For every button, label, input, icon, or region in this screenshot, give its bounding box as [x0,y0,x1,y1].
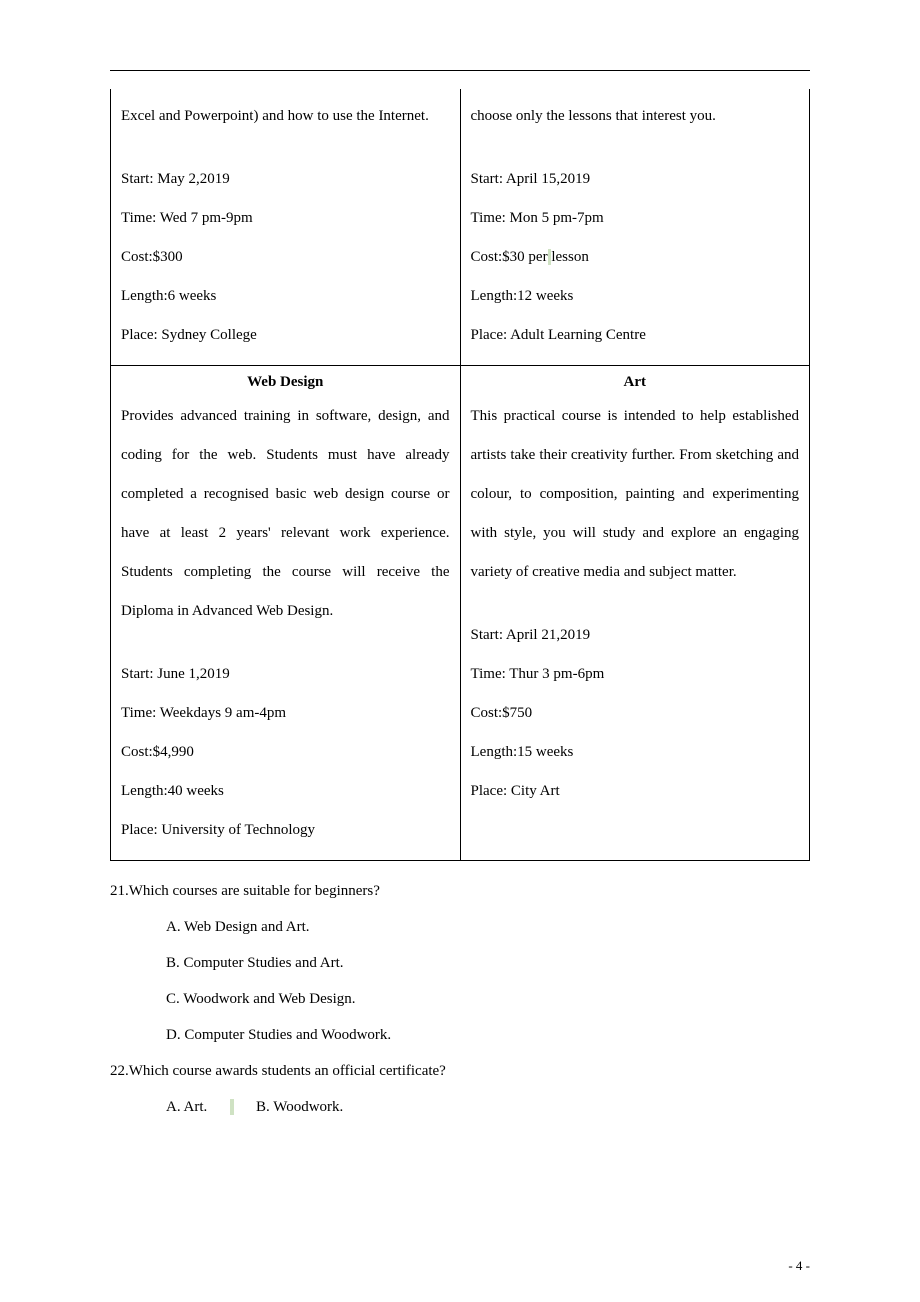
course-details: Start: April 21,2019 Time: Thur 3 pm-6pm… [471,616,800,811]
page-number: - 4 - [788,1258,810,1274]
q22-option-a: A. Art. [166,1099,207,1115]
table-row: Web Design Provides advanced training in… [111,366,810,861]
cell-web-design: Web Design Provides advanced training in… [111,366,461,861]
course-details: Start: April 15,2019 Time: Mon 5 pm-7pm … [471,160,800,355]
table-row: Excel and Powerpoint) and how to use the… [111,89,810,366]
questions-block: 21.Which courses are suitable for beginn… [110,873,810,1125]
course-table: Excel and Powerpoint) and how to use the… [110,89,810,861]
q21-stem: 21.Which courses are suitable for beginn… [110,873,810,909]
cell-art: Art This practical course is intended to… [460,366,810,861]
course-details: Start: June 1,2019 Time: Weekdays 9 am-4… [121,655,450,850]
q21-option-c: C. Woodwork and Web Design. [166,981,810,1017]
header-rule [110,70,810,71]
q21-option-d: D. Computer Studies and Woodwork. [166,1017,810,1053]
cell-computer-studies-cont: Excel and Powerpoint) and how to use the… [111,89,461,366]
course-details: Start: May 2,2019 Time: Wed 7 pm-9pm Cos… [121,160,450,355]
course-desc: This practical course is intended to hel… [471,397,800,592]
highlight-mark [230,1099,234,1115]
course-title: Art [471,374,800,391]
q21-option-a: A. Web Design and Art. [166,909,810,945]
q21-option-b: B. Computer Studies and Art. [166,945,810,981]
page: Excel and Powerpoint) and how to use the… [0,0,920,1302]
cell-woodwork-cont: choose only the lessons that interest yo… [460,89,810,366]
q22-option-b: B. Woodwork. [256,1099,343,1115]
q22-options-row: A. Art. B. Woodwork. [166,1089,810,1125]
course-desc-continued: Excel and Powerpoint) and how to use the… [121,97,450,136]
course-title: Web Design [121,374,450,391]
q22-stem: 22.Which course awards students an offic… [110,1053,810,1089]
course-desc-continued: choose only the lessons that interest yo… [471,97,800,136]
course-desc: Provides advanced training in software, … [121,397,450,631]
